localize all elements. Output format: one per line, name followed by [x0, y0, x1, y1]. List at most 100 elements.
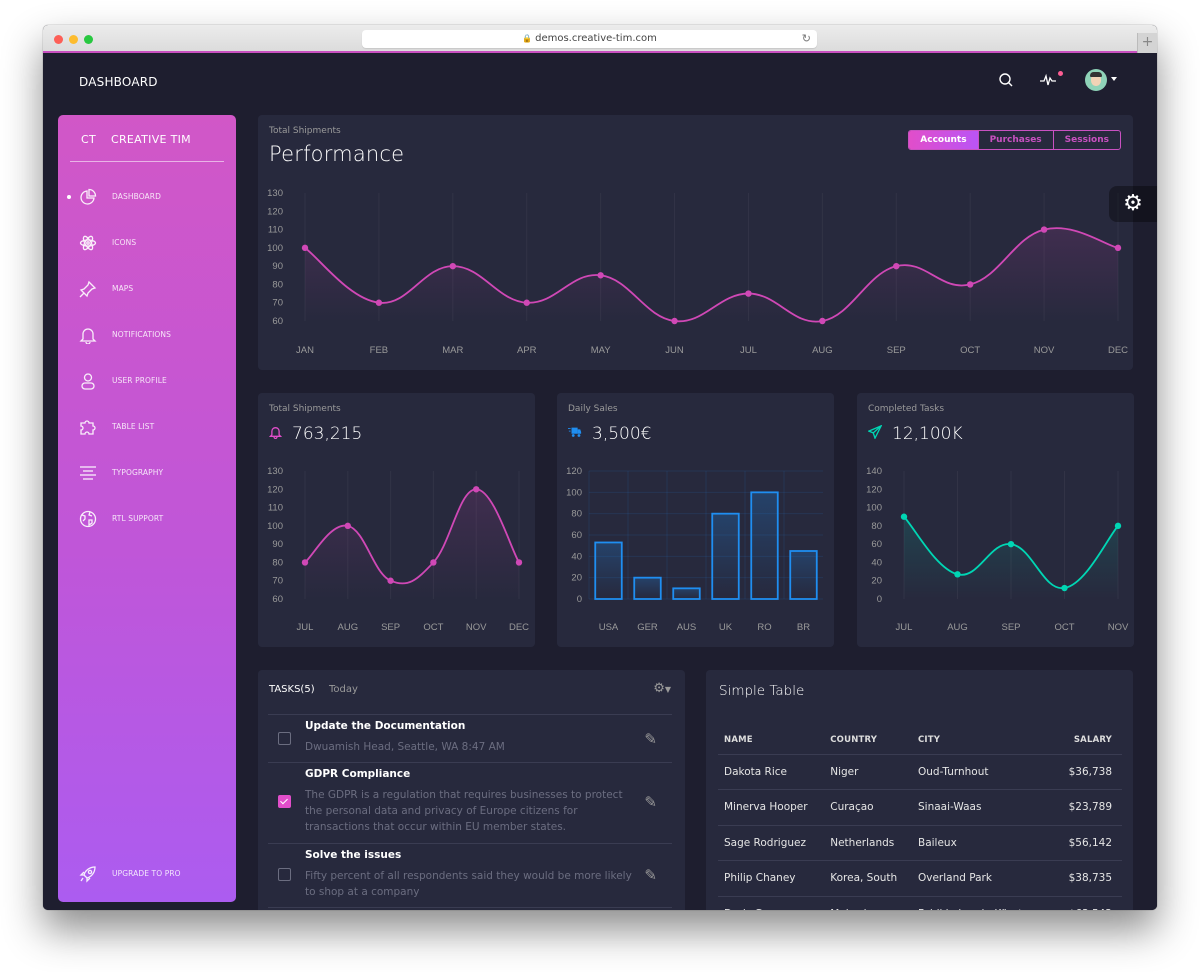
performance-card: Total Shipments Performance Accounts Pur… — [258, 115, 1133, 370]
sidebar-item-label: MAPS — [112, 284, 134, 293]
sidebar-item-typography[interactable]: TYPOGRAPHY — [58, 458, 236, 488]
chevron-down-icon[interactable] — [1111, 77, 1117, 81]
logo-text: CREATIVE TIM — [111, 133, 191, 146]
data-point — [745, 290, 752, 297]
dashboard-app: DASHBOARD CT CREATIVE TIM DASHBOARD ICON… — [43, 55, 1157, 910]
url-text: demos.creative-tim.com — [535, 33, 657, 44]
sidebar-item-maps[interactable]: MAPS — [58, 274, 236, 304]
sidebar-item-rtl-support[interactable]: RTL SUPPORT — [58, 504, 236, 534]
cell-city: Feldkirchen in Kärnten — [911, 896, 1056, 910]
maximize-window-button[interactable] — [84, 35, 93, 44]
daily-sales-card: Daily Sales 3,500€ 0 20 40 60 80 100 120 USA GER… — [557, 393, 834, 647]
active-indicator — [67, 195, 71, 199]
search-icon[interactable] — [998, 72, 1014, 92]
y-tick-label: 100 — [866, 503, 882, 514]
sidebar: CT CREATIVE TIM DASHBOARD ICONS MAPS NOTI… — [58, 115, 236, 902]
y-tick-label: 90 — [272, 539, 283, 550]
data-point — [1114, 522, 1122, 530]
y-tick-label: 70 — [272, 298, 283, 309]
x-tick-label: MAR — [442, 345, 463, 356]
total-shipments-card: Total Shipments 763,215 60 70 80 90 100 110 12… — [258, 393, 535, 647]
world-icon — [79, 510, 97, 528]
performance-chart: 60 70 80 90 100 110 120 130 JAN FEB MAR APR MAY JUN JU… — [267, 188, 1128, 356]
task-description: Dwuamish Head, Seattle, WA 8:47 AM — [305, 741, 505, 753]
sidebar-item-label: ICONS — [112, 238, 137, 247]
atom-icon — [79, 234, 97, 252]
task-title: Solve the issues — [305, 849, 402, 861]
data-point — [954, 571, 961, 578]
task-title: Update the Documentation — [305, 720, 466, 732]
y-tick-label: 100 — [267, 243, 283, 254]
cell-name: Minerva Hooper — [718, 789, 825, 826]
simple-table-card: Simple Table NAME COUNTRY CITY SALARY Da… — [706, 670, 1133, 910]
avatar[interactable] — [1085, 69, 1107, 91]
x-tick-label: AUG — [338, 622, 359, 633]
x-tick-label: DEC — [1108, 345, 1128, 356]
column-header-city: CITY — [911, 726, 1056, 755]
task-checkbox[interactable] — [278, 868, 291, 881]
y-tick-label: 60 — [272, 594, 283, 605]
x-tick-label: SEP — [381, 622, 400, 633]
new-tab-button[interactable]: + — [1137, 33, 1157, 53]
gear-icon: ⚙ — [1123, 191, 1143, 216]
task-checkbox[interactable] — [278, 732, 291, 745]
data-point — [449, 262, 457, 270]
x-tick-label: NOV — [1108, 622, 1129, 633]
sidebar-item-label: DASHBOARD — [112, 192, 161, 201]
cell-salary: $38,735 — [1055, 860, 1122, 897]
sidebar-item-icons[interactable]: ICONS — [58, 228, 236, 258]
y-tick-label: 20 — [571, 573, 582, 584]
browser-titlebar: 🔒 demos.creative-tim.com ↻ + — [43, 25, 1157, 53]
navbar-brand[interactable]: DASHBOARD — [79, 75, 158, 89]
settings-plugin-button[interactable]: ⚙ — [1109, 186, 1157, 222]
y-tick-label: 80 — [571, 509, 582, 520]
sidebar-item-notifications[interactable]: NOTIFICATIONS — [58, 320, 236, 350]
puzzle-icon — [79, 418, 97, 436]
data-point — [523, 299, 530, 306]
x-tick-label: AUS — [677, 622, 697, 633]
x-tick-label: BR — [797, 622, 810, 633]
y-tick-label: 80 — [272, 279, 283, 290]
daily-sales-chart: 0 20 40 60 80 100 120 USA GER AUS UK RO BR — [566, 466, 823, 633]
sidebar-logo[interactable]: CT CREATIVE TIM — [81, 133, 191, 146]
pencil-icon[interactable]: ✎ — [644, 866, 657, 884]
y-tick-label: 100 — [566, 487, 582, 498]
data-point — [1114, 244, 1122, 252]
sidebar-item-dashboard[interactable]: DASHBOARD — [58, 182, 236, 212]
y-tick-label: 20 — [871, 576, 882, 587]
pencil-icon[interactable]: ✎ — [644, 730, 657, 748]
x-tick-label: UK — [719, 622, 733, 633]
data-point — [301, 244, 309, 252]
data-point — [344, 522, 351, 530]
task-checkbox[interactable] — [278, 795, 291, 808]
data-point — [966, 281, 974, 288]
address-bar[interactable]: 🔒 demos.creative-tim.com ↻ — [362, 30, 817, 48]
pencil-icon[interactable]: ✎ — [644, 793, 657, 811]
area-fill — [305, 489, 519, 599]
data-point — [430, 559, 437, 566]
completed-tasks-card: Completed Tasks 12,100K 0 20 40 60 80 100 120 1… — [857, 393, 1134, 647]
settings-dropdown[interactable]: ⚙▼ — [653, 681, 671, 696]
table-row: Doris Greene Malawi Feldkirchen in Kärnt… — [718, 896, 1122, 910]
notification-badge — [1058, 71, 1063, 76]
task-description: The GDPR is a regulation that requires b… — [305, 789, 623, 833]
upgrade-to-pro-link[interactable]: UPGRADE TO PRO — [58, 859, 236, 889]
x-tick-label: AUG — [947, 622, 968, 633]
table-row: Minerva Hooper Curaçao Sinaai-Waas $23,7… — [718, 789, 1122, 826]
y-tick-label: 120 — [267, 206, 283, 217]
x-tick-label: RO — [757, 622, 771, 633]
total-shipments-chart: 60 70 80 90 100 110 120 130 JUL AUG SEP OCT NOV DEC — [267, 466, 529, 633]
close-window-button[interactable] — [54, 35, 63, 44]
x-tick-label: NOV — [466, 622, 487, 633]
cell-salary: $23,789 — [1055, 789, 1122, 826]
reload-icon[interactable]: ↻ — [802, 30, 811, 48]
sidebar-item-user-profile[interactable]: USER PROFILE — [58, 366, 236, 396]
cell-salary: $36,738 — [1055, 754, 1122, 790]
column-header-country: COUNTRY — [824, 726, 912, 755]
tasks-subtitle: Today — [329, 684, 358, 695]
sidebar-item-table-list[interactable]: TABLE LIST — [58, 412, 236, 442]
activity-icon[interactable] — [1040, 72, 1056, 92]
minimize-window-button[interactable] — [69, 35, 78, 44]
x-tick-label: NOV — [1034, 345, 1055, 356]
y-tick-label: 80 — [272, 557, 283, 568]
